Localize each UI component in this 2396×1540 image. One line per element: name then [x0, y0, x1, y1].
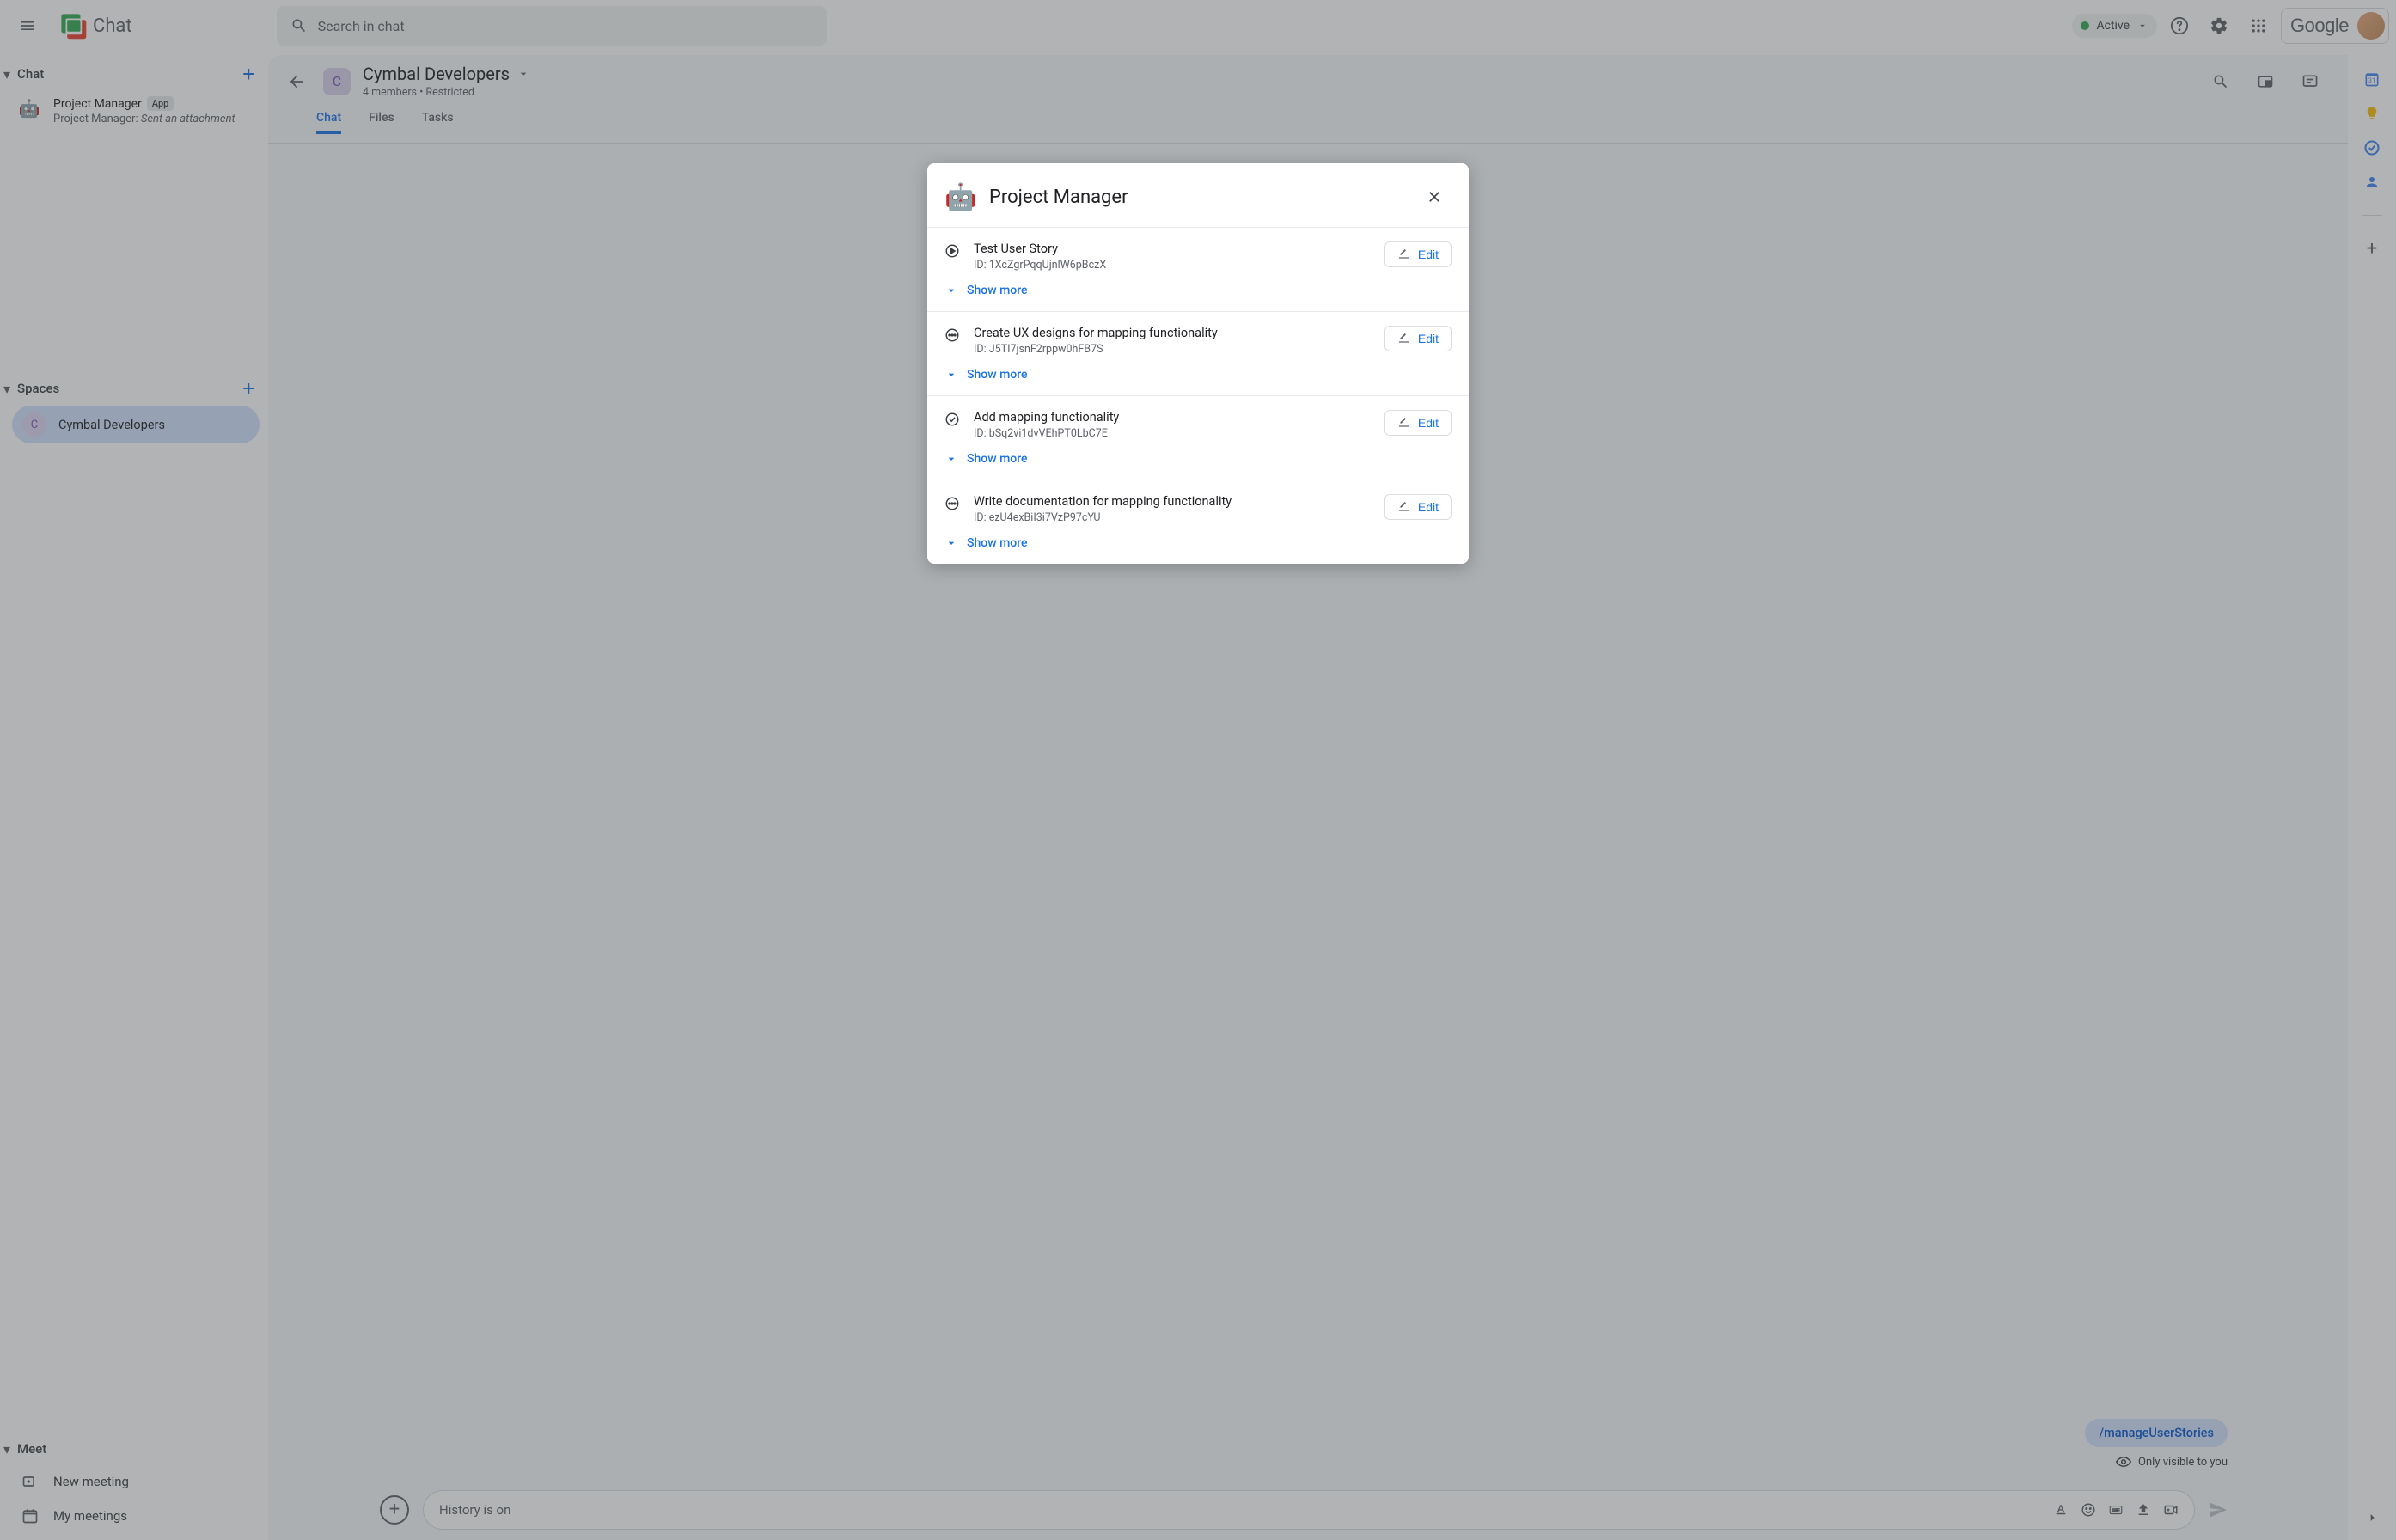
modal-overlay[interactable]: 🤖 Project Manager Test User Story ID: 1X… — [0, 0, 2396, 1540]
story-row: Test User Story ID: 1XcZgrPqqUjnlW6pBczX… — [927, 227, 1469, 311]
show-more-button[interactable]: Show more — [944, 284, 1452, 297]
story-row: Create UX designs for mapping functional… — [927, 311, 1469, 395]
story-status-icon — [944, 243, 960, 259]
story-title: Test User Story — [974, 241, 1371, 256]
story-status-icon — [944, 496, 960, 511]
story-id: ID: bSq2vi1dvVEhPT0LbC7E — [974, 427, 1371, 440]
close-icon — [1426, 188, 1443, 205]
edit-button[interactable]: Edit — [1384, 494, 1452, 520]
show-more-button[interactable]: Show more — [944, 536, 1452, 550]
story-title: Create UX designs for mapping functional… — [974, 326, 1371, 340]
robot-icon: 🤖 — [944, 180, 977, 213]
modal-title: Project Manager — [989, 186, 1128, 208]
story-status-icon — [944, 327, 960, 343]
story-title: Add mapping functionality — [974, 410, 1371, 425]
story-title: Write documentation for mapping function… — [974, 494, 1371, 509]
close-button[interactable] — [1421, 183, 1448, 211]
show-more-button[interactable]: Show more — [944, 368, 1452, 382]
edit-button[interactable]: Edit — [1384, 410, 1452, 436]
story-id: ID: 1XcZgrPqqUjnlW6pBczX — [974, 259, 1371, 272]
story-row: Add mapping functionality ID: bSq2vi1dvV… — [927, 395, 1469, 480]
story-id: ID: ezU4exBiI3i7VzP97cYU — [974, 511, 1371, 524]
story-row: Write documentation for mapping function… — [927, 480, 1469, 564]
project-manager-modal: 🤖 Project Manager Test User Story ID: 1X… — [927, 163, 1469, 564]
edit-button[interactable]: Edit — [1384, 241, 1452, 267]
show-more-button[interactable]: Show more — [944, 452, 1452, 466]
story-status-icon — [944, 412, 960, 427]
edit-button[interactable]: Edit — [1384, 326, 1452, 351]
story-id: ID: J5TI7jsnF2rppw0hFB7S — [974, 343, 1371, 356]
